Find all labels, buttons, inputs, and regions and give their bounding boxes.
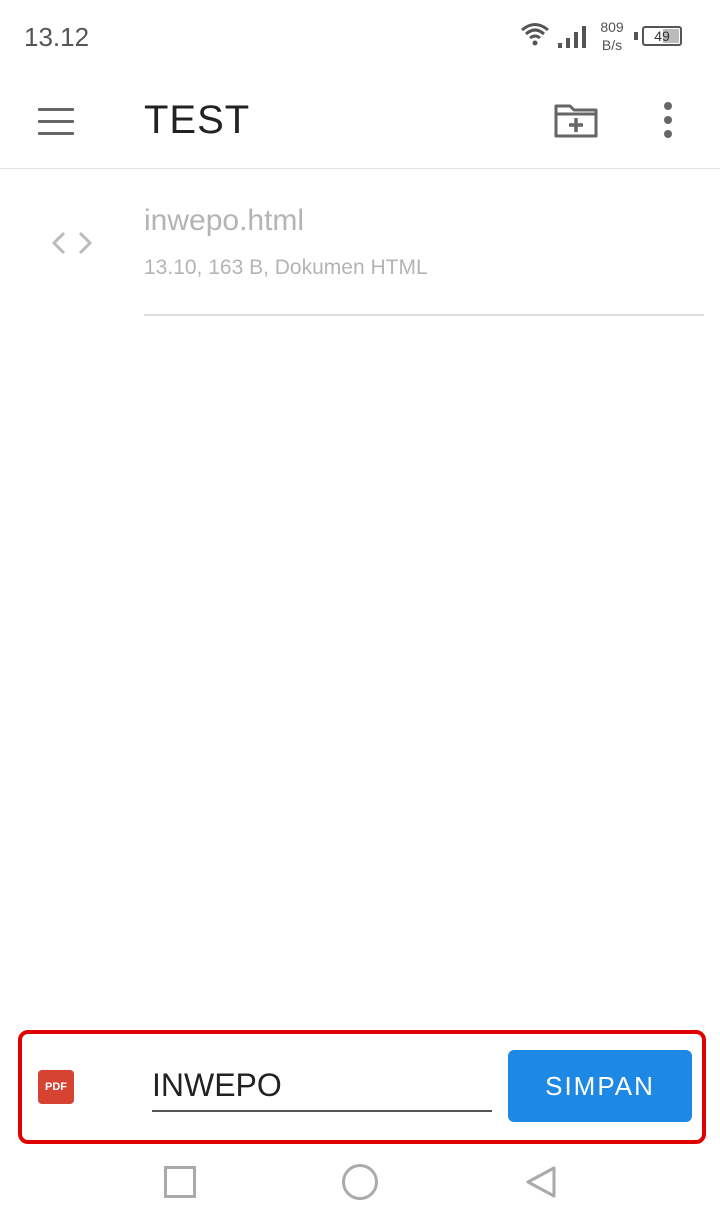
page-title: TEST: [144, 98, 251, 142]
status-bar: 13.12 809 B/s 49: [0, 0, 720, 76]
home-icon[interactable]: [342, 1164, 378, 1200]
net-speed-unit: B/s: [601, 37, 623, 53]
recents-icon[interactable]: [164, 1166, 196, 1198]
save-panel: PDF SIMPAN: [18, 1030, 706, 1144]
battery-icon: 49: [642, 26, 682, 46]
file-name: inwepo.html: [144, 204, 305, 237]
wifi-icon: [521, 23, 549, 46]
back-icon[interactable]: [522, 1164, 558, 1200]
new-folder-icon[interactable]: [552, 100, 600, 140]
file-list-item[interactable]: inwepo.html 13.10, 163 B, Dokumen HTML: [0, 170, 720, 316]
net-speed: 809 B/s: [594, 18, 630, 54]
battery-tip: [634, 32, 638, 40]
pdf-icon: PDF: [38, 1070, 74, 1104]
filename-input[interactable]: [152, 1060, 492, 1112]
save-button[interactable]: SIMPAN: [508, 1050, 692, 1122]
menu-icon[interactable]: [36, 104, 76, 140]
more-vert-icon[interactable]: [656, 100, 680, 140]
signal-icon: [558, 26, 586, 48]
net-speed-value: 809: [600, 19, 624, 35]
code-icon: [51, 231, 93, 255]
app-bar: TEST: [0, 76, 720, 169]
divider: [144, 314, 704, 316]
status-time: 13.12: [24, 22, 90, 52]
nav-bar: [0, 1150, 720, 1212]
battery-level: 49: [654, 28, 670, 44]
file-meta: 13.10, 163 B, Dokumen HTML: [144, 256, 428, 279]
